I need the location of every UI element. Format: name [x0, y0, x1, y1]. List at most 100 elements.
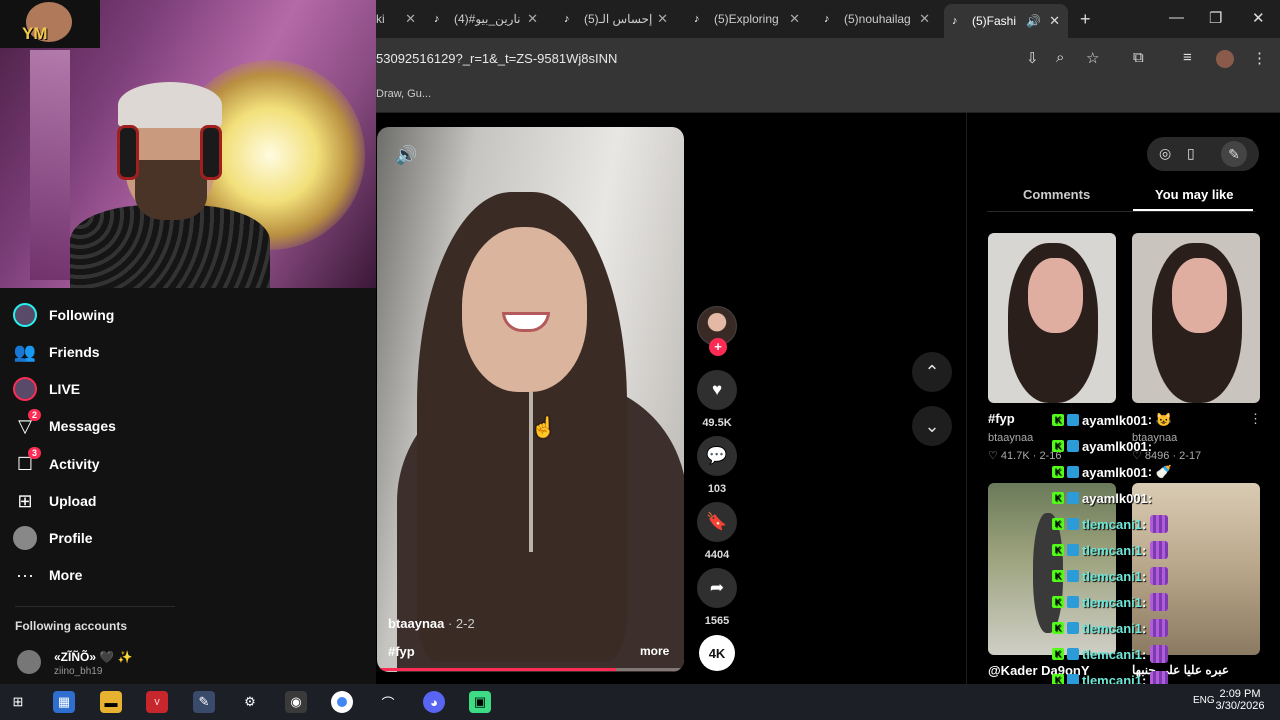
- bookmark-item[interactable]: Draw, Gu...: [376, 88, 431, 100]
- chat-emote-icon: [1150, 593, 1169, 611]
- tab-close-icon[interactable]: ✕: [527, 11, 538, 27]
- video-author[interactable]: btaaynaa · 2-2: [388, 616, 475, 631]
- url-field[interactable]: 53092516129?_r=1&_t=ZS-9581Wj8sINN: [376, 51, 617, 66]
- sidebar-item-activity[interactable]: ☐ 3 Activity: [12, 447, 100, 479]
- tab-2[interactable]: ♪ (4)#نارين_بيو ✕: [426, 6, 546, 32]
- tab-3[interactable]: ♪ (5)إحساس الـ ✕: [556, 6, 676, 32]
- sidebar-item-friends[interactable]: 👥 Friends: [12, 337, 100, 367]
- obs-icon[interactable]: ◉: [285, 691, 307, 713]
- thumbnail-menu-icon[interactable]: ⋮: [1249, 411, 1262, 427]
- chat-message: Ktlemcani1 :: [1052, 591, 1169, 613]
- app-icon[interactable]: ✎: [193, 691, 215, 713]
- video-progress-bar[interactable]: [377, 668, 684, 671]
- file-explorer-icon[interactable]: ▬: [100, 691, 122, 713]
- kick-badge-icon: K: [1052, 518, 1064, 530]
- windows-start-icon[interactable]: ⊞: [7, 691, 29, 713]
- subscriber-badge-icon: [1067, 518, 1079, 530]
- compass-icon[interactable]: ◎: [1159, 145, 1171, 162]
- tab-label: (5)Exploring: [714, 12, 779, 26]
- sidebar-item-profile[interactable]: Profile: [12, 523, 93, 553]
- media-control-icon[interactable]: ≡: [1183, 49, 1192, 66]
- app-icon[interactable]: ▣: [469, 691, 491, 713]
- video-hashtag[interactable]: #fyp: [388, 644, 415, 659]
- save-button[interactable]: 🔖: [697, 502, 737, 542]
- tab-close-icon[interactable]: ✕: [657, 11, 668, 27]
- sidebar-item-upload[interactable]: ⊞ Upload: [12, 486, 96, 516]
- volume-icon[interactable]: 🔊: [395, 145, 417, 166]
- tab-label: (5)Fashi: [972, 14, 1017, 28]
- sidebar-item-following[interactable]: Following: [12, 300, 114, 330]
- chat-emote-icon: [1150, 515, 1169, 533]
- tab-1[interactable]: ki ✕: [376, 6, 416, 32]
- follow-button[interactable]: +: [709, 338, 727, 356]
- profile-avatar-icon[interactable]: [1216, 50, 1234, 68]
- suggested-video-thumbnail[interactable]: [1132, 233, 1260, 403]
- voicemeeter-icon[interactable]: V: [146, 691, 168, 713]
- chat-text: :: [1147, 490, 1153, 506]
- install-app-icon[interactable]: ⇩: [1026, 49, 1039, 67]
- kick-badge-icon: K: [1052, 648, 1064, 660]
- discord-icon[interactable]: ◕: [423, 691, 445, 713]
- tiktok-icon: ♪: [564, 13, 570, 25]
- extensions-icon[interactable]: ⧉: [1133, 49, 1144, 66]
- sidebar-item-more[interactable]: ··· More: [12, 560, 82, 590]
- kick-badge-icon: K: [1052, 544, 1064, 556]
- steam-icon[interactable]: ⚙: [239, 691, 261, 713]
- thumbnail-title[interactable]: #fyp: [988, 411, 1015, 426]
- close-window-button[interactable]: ✕: [1252, 9, 1265, 27]
- chat-message: Kayamlk001 :: [1052, 487, 1152, 509]
- chat-emote-icon: [1150, 619, 1169, 637]
- previous-video-button[interactable]: ⌃: [912, 352, 952, 392]
- subscriber-badge-icon: [1067, 414, 1079, 426]
- live-icon: [12, 376, 38, 402]
- thumbnail-author[interactable]: btaaynaa: [988, 432, 1033, 444]
- minimize-button[interactable]: —: [1169, 9, 1184, 26]
- comment-icon: 💬: [706, 446, 728, 465]
- more-icon: ···: [16, 564, 34, 585]
- speaker-icon[interactable]: 🔊: [1026, 14, 1041, 28]
- chat-text: : 🍼: [1147, 464, 1172, 479]
- menu-icon[interactable]: ⋮: [1252, 49, 1267, 67]
- video-player[interactable]: 🔊 ··· btaaynaa · 2-2 #fyp more: [377, 127, 684, 672]
- tab-6-active[interactable]: ♪ (5)Fashi 🔊 ✕: [944, 4, 1068, 38]
- new-tab-button[interactable]: +: [1080, 9, 1091, 30]
- account-handle: ziino_bh19: [54, 666, 103, 677]
- tab-you-may-like[interactable]: You may like: [1155, 187, 1234, 202]
- save-count: 4404: [704, 549, 730, 561]
- chrome-icon[interactable]: [331, 691, 353, 713]
- video-more-link[interactable]: more: [640, 644, 669, 658]
- tab-close-icon[interactable]: ✕: [1049, 13, 1060, 29]
- more-options-icon[interactable]: ···: [649, 141, 667, 162]
- phone-icon[interactable]: ▯: [1187, 145, 1195, 162]
- clock[interactable]: 2:09 PM 3/30/2026: [1210, 688, 1270, 712]
- sidebar-item-messages[interactable]: ▽ 2 Messages: [12, 409, 116, 441]
- profile-mode-icon[interactable]: ✎: [1221, 141, 1247, 167]
- thumbnail-stats: ♡ 41.7K · 2-16: [988, 450, 1062, 462]
- subscriber-badge-icon: [1067, 570, 1079, 582]
- tab-5[interactable]: ♪ (5)nouhailag ✕: [816, 6, 938, 32]
- account-name[interactable]: «ZĨÑÕ» 🖤 ✨: [54, 650, 133, 664]
- tab-close-icon[interactable]: ✕: [919, 11, 930, 27]
- subscriber-badge-icon: [1067, 440, 1079, 452]
- chat-message: Ktlemcani1 :: [1052, 617, 1169, 639]
- share-button[interactable]: ➦: [697, 568, 737, 608]
- app-icon[interactable]: ⌒: [377, 691, 399, 713]
- zoom-icon[interactable]: ⌕: [1056, 49, 1064, 66]
- tab-4[interactable]: ♪ (5)Exploring ✕: [686, 6, 808, 32]
- quality-button[interactable]: 4K: [699, 635, 735, 671]
- profile-icon: [12, 525, 38, 551]
- chat-username: tlemcani1: [1082, 620, 1142, 636]
- maximize-button[interactable]: ❐: [1209, 9, 1222, 27]
- store-icon[interactable]: ▦: [53, 691, 75, 713]
- friends-icon: 👥: [13, 341, 37, 362]
- like-button[interactable]: ♥: [697, 370, 737, 410]
- next-video-button[interactable]: ⌄: [912, 406, 952, 446]
- tab-comments[interactable]: Comments: [1023, 187, 1090, 202]
- bookmark-star-icon[interactable]: ☆: [1086, 49, 1099, 67]
- tab-close-icon[interactable]: ✕: [405, 11, 416, 27]
- suggested-video-thumbnail[interactable]: [988, 233, 1116, 403]
- comment-button[interactable]: 💬: [697, 436, 737, 476]
- sidebar-item-live[interactable]: LIVE: [12, 374, 80, 404]
- tab-close-icon[interactable]: ✕: [789, 11, 800, 27]
- account-avatar[interactable]: [17, 650, 41, 674]
